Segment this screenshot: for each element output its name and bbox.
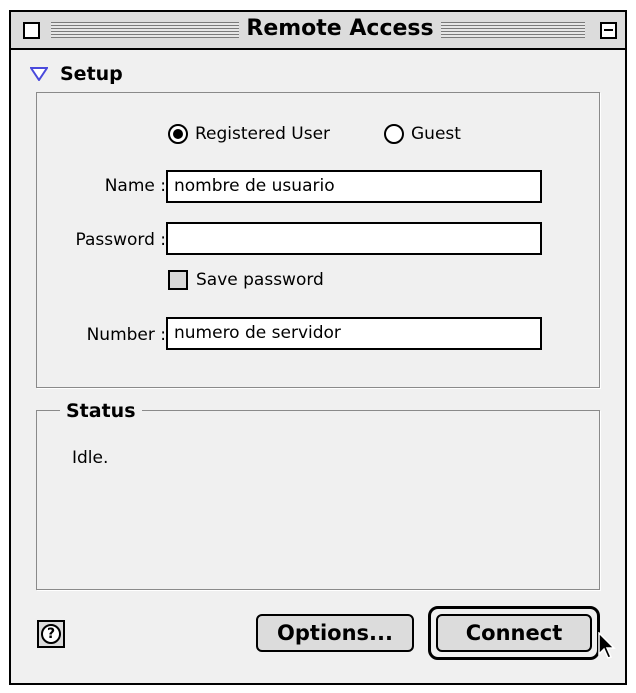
help-button[interactable]: ? [37,620,65,648]
number-field[interactable]: numero de servidor [166,317,542,350]
connect-button[interactable]: Connect [436,614,592,652]
name-label: Name : [104,176,166,196]
number-label: Number : [86,325,166,345]
radio-label-guest: Guest [411,124,461,144]
password-field[interactable] [166,222,542,255]
close-box[interactable] [23,22,40,39]
help-icon: ? [41,624,61,644]
collapse-box[interactable] [600,22,617,39]
setup-disclosure[interactable]: Setup [30,62,123,86]
save-password-checkbox[interactable] [168,270,188,290]
title-stripes-right [441,22,585,38]
save-password-option[interactable]: Save password [168,270,324,290]
options-button[interactable]: Options... [256,614,414,652]
setup-label: Setup [60,63,123,85]
status-group-box [36,410,600,590]
radio-button-registered[interactable] [168,124,188,144]
radio-label-registered: Registered User [195,124,331,144]
disclosure-triangle-icon[interactable] [30,67,48,81]
title-bar[interactable]: Remote Access [11,12,625,50]
status-text: Idle. [72,448,109,468]
save-password-label: Save password [196,270,324,290]
radio-button-guest[interactable] [384,124,404,144]
window-title: Remote Access [246,16,434,41]
name-field[interactable]: nombre de usuario [166,170,542,203]
status-title: Status [60,400,142,422]
title-stripes-left [51,22,239,38]
radio-registered-user[interactable]: Registered User [168,124,330,144]
arrow-cursor-icon [598,632,616,659]
password-label: Password : [75,230,166,250]
radio-guest[interactable]: Guest [384,124,461,144]
